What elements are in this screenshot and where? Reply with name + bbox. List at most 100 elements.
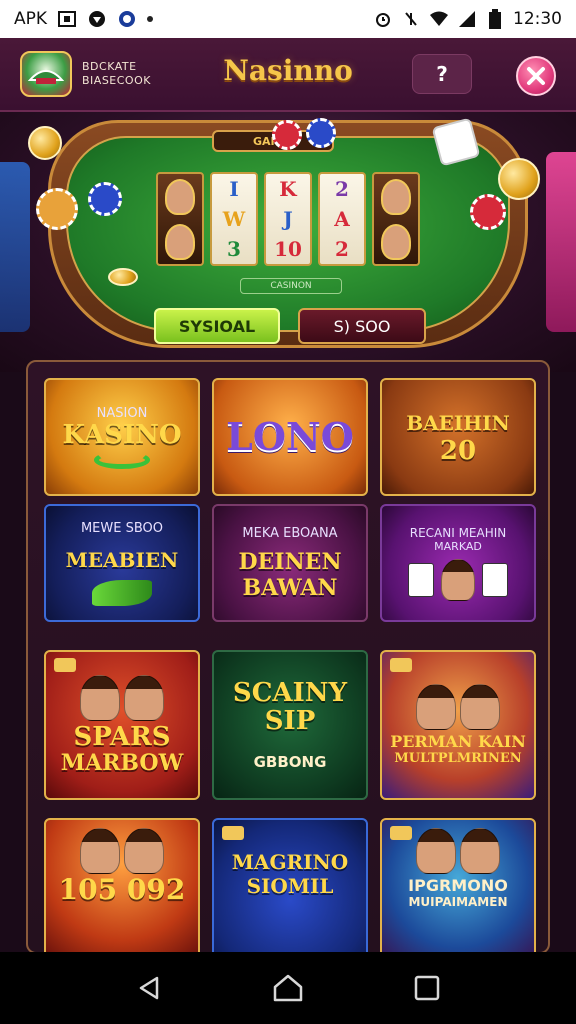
table-label: CASINON — [240, 278, 342, 294]
portraits — [80, 828, 164, 874]
game-tile-title: SCAINY SIP — [232, 678, 348, 736]
brand-line-2: BIASECOOK — [82, 74, 151, 87]
game-tile-top: NASION — [96, 405, 148, 421]
badge-icon — [222, 826, 244, 840]
slot-reels: I W 3 K J 10 2 A 2 — [156, 172, 420, 266]
reel-portrait-left — [156, 172, 204, 266]
badge-icon — [54, 658, 76, 672]
game-tile-sub: MARBOW — [60, 750, 184, 776]
game-tile[interactable]: SCAINY SIP GBBONG — [212, 650, 368, 800]
game-tile[interactable]: BAEIHIN 20 — [380, 378, 536, 496]
brand-line-1: BDCKATE — [82, 60, 137, 73]
cards-icon — [406, 558, 510, 601]
portrait-icon — [416, 828, 456, 874]
portraits — [416, 684, 500, 730]
game-tile[interactable]: PERMAN KAIN MULTPLMRINEN — [380, 650, 536, 800]
reel-symbol: 10 — [274, 237, 302, 261]
game-tile-title: BAEIHIN — [406, 411, 510, 435]
reel-symbol: W — [222, 207, 246, 231]
close-icon — [527, 67, 545, 85]
reel-2: I W 3 — [210, 172, 258, 266]
portrait-icon — [460, 684, 500, 730]
close-button[interactable] — [516, 56, 556, 96]
game-tile[interactable]: LONO — [212, 378, 368, 496]
portraits — [80, 675, 164, 721]
game-tile-top: MEWE SBOO — [80, 520, 164, 536]
green-action-button[interactable]: SYSIOAL — [154, 308, 280, 344]
right-screen-decoration — [546, 152, 576, 332]
game-tile[interactable]: RECANI MEAHIN MARKAD — [380, 504, 536, 622]
reel-symbol: J — [283, 207, 293, 231]
status-time: 12:30 — [513, 9, 562, 29]
vibrate-icon — [401, 9, 421, 29]
game-tile[interactable]: MEWE SBOO MEABIEN — [44, 504, 200, 622]
badge-icon — [390, 826, 412, 840]
status-bar: APK 12:30 — [0, 0, 576, 38]
help-label: ? — [436, 62, 448, 86]
game-tile-sub: GBBONG — [253, 753, 327, 771]
game-tile[interactable]: 105 092 — [44, 818, 200, 952]
reel-symbol: 2 — [335, 237, 349, 261]
reel-symbol: K — [279, 177, 297, 201]
game-tile-sub: MULTPLMRINEN — [394, 751, 522, 766]
game-tile-top: RECANI MEAHIN — [409, 525, 507, 540]
badge-icon — [390, 658, 412, 672]
chip-icon — [470, 194, 506, 230]
portraits — [416, 828, 500, 874]
card-icon — [482, 562, 509, 597]
help-button[interactable]: ? — [412, 54, 472, 94]
portrait-icon — [80, 828, 120, 874]
coin-icon — [28, 126, 62, 160]
portrait-icon — [441, 558, 475, 601]
game-tile[interactable]: NASION KASINO — [44, 378, 200, 496]
game-tile[interactable]: IPGRMONO MUIPAIMAMEN — [380, 818, 536, 952]
swirl-icon — [94, 450, 150, 469]
reel-symbol: A — [334, 207, 350, 231]
portrait-icon — [416, 684, 456, 730]
game-tile-title: MARKAD — [434, 539, 482, 553]
reel-symbol: 3 — [227, 237, 241, 261]
app-header: BDCKATE BIASECOOK Nasinno ? — [0, 38, 576, 112]
bet-label: S) SOO — [333, 316, 391, 336]
status-left: APK — [14, 9, 154, 29]
chip-icon — [306, 118, 336, 148]
coin-icon — [108, 268, 138, 286]
back-button[interactable] — [129, 968, 169, 1008]
game-tile[interactable]: MAGRINO SIOMIL — [212, 818, 368, 952]
portrait-icon — [381, 178, 411, 215]
portrait-icon — [165, 223, 195, 260]
reel-portrait-right — [372, 172, 420, 266]
brand-text: BDCKATE BIASECOOK — [82, 60, 151, 88]
casino-table-logo-icon — [20, 51, 72, 97]
dot-icon — [147, 16, 154, 22]
portrait-icon — [381, 223, 411, 260]
alarm-icon — [373, 9, 393, 29]
reel-symbol: 2 — [335, 177, 349, 201]
reel-symbol: I — [229, 177, 239, 201]
game-tile-title: MAGRINO SIOMIL — [231, 850, 349, 898]
recents-icon — [414, 975, 439, 1001]
image-icon — [57, 9, 77, 29]
reel-4: 2 A 2 — [318, 172, 366, 266]
home-button[interactable] — [268, 968, 308, 1008]
game-tile-title: LONO — [226, 414, 354, 459]
bet-button[interactable]: S) SOO — [298, 308, 426, 344]
game-tile-title: IPGRMONO — [408, 876, 508, 895]
signal-icon — [457, 9, 477, 29]
game-tile-top: MEKA EBOANA — [242, 525, 338, 541]
chip-icon — [36, 188, 78, 230]
recents-button[interactable] — [407, 968, 447, 1008]
brand[interactable]: BDCKATE BIASECOOK — [20, 51, 151, 97]
portrait-icon — [124, 828, 164, 874]
status-right: 12:30 — [373, 9, 562, 29]
leaf-icon — [92, 579, 152, 606]
portrait-icon — [124, 675, 164, 721]
left-screen-decoration — [0, 162, 30, 332]
game-tile[interactable]: SPARS MARBOW — [44, 650, 200, 800]
status-apk-label: APK — [14, 9, 48, 29]
chip-icon — [88, 182, 122, 216]
game-tile-title: MEABIEN — [65, 547, 179, 572]
shield-icon — [87, 9, 107, 29]
green-action-label: SYSIOAL — [178, 316, 256, 336]
game-tile[interactable]: MEKA EBOANA DEINEN BAWAN — [212, 504, 368, 622]
